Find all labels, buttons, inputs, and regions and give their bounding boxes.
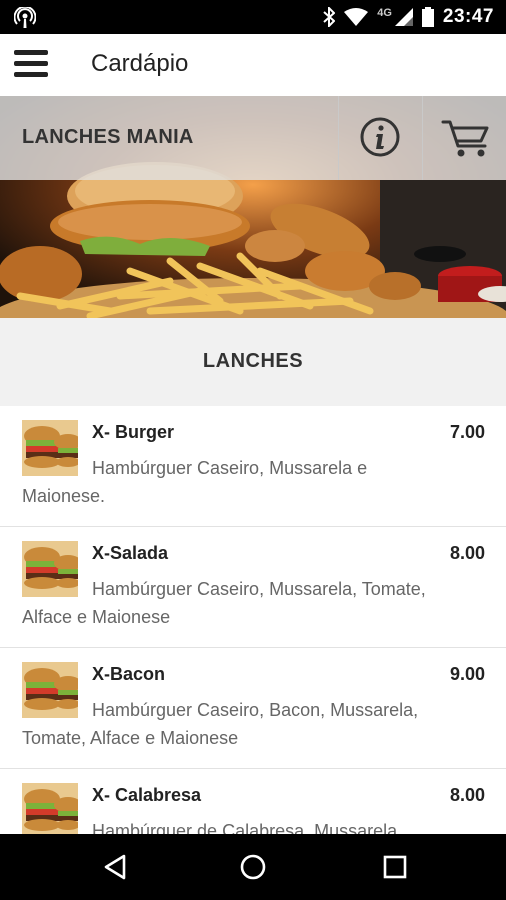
item-description: Hambúrguer Caseiro, Bacon, Mussarela, To… [22, 700, 419, 748]
menu-icon[interactable] [14, 50, 48, 80]
recents-icon[interactable] [380, 852, 410, 882]
cart-button[interactable] [423, 96, 506, 180]
podcast-icon [14, 7, 36, 28]
store-name: LANCHES MANIA [22, 126, 194, 148]
bluetooth-icon [323, 7, 336, 27]
signal-icon [394, 8, 413, 26]
item-name: X- Calabresa [92, 785, 202, 805]
menu-list: X- Burger 7.00 Hambúrguer Caseiro, Mussa… [0, 406, 506, 834]
cart-icon [441, 120, 489, 157]
status-bar: 4G 23:47 [0, 0, 506, 34]
home-icon[interactable] [238, 852, 268, 882]
item-description: Hambúrguer de Calabresa, Mussarela [92, 821, 398, 834]
app-bar: Cardápio [0, 34, 506, 96]
menu-item[interactable]: X-Bacon 9.00 Hambúrguer Caseiro, Bacon, … [0, 648, 506, 769]
info-button[interactable] [339, 96, 422, 180]
category-header: LANCHES [0, 318, 506, 406]
network-type: 4G [377, 7, 392, 19]
hero-banner: LANCHES MANIA [0, 96, 506, 318]
info-icon [360, 117, 400, 157]
item-name: X- Burger [92, 422, 175, 442]
item-name: X-Salada [92, 543, 169, 563]
category-title: LANCHES [202, 350, 304, 372]
wifi-icon [344, 8, 369, 26]
back-icon[interactable] [100, 852, 130, 882]
item-price: 8.00 [449, 543, 485, 563]
item-description: Hambúrguer Caseiro, Mussarela, Tomate, A… [22, 579, 426, 627]
item-price: 9.00 [449, 664, 485, 684]
clock: 23:47 [442, 6, 494, 27]
system-nav-bar [0, 834, 506, 900]
page-title: Cardápio [91, 50, 189, 77]
item-price: 7.00 [449, 422, 485, 442]
menu-item[interactable]: X- Calabresa 8.00 Hambúrguer de Calabres… [0, 769, 506, 834]
item-price: 8.00 [449, 785, 485, 805]
menu-item[interactable]: X- Burger 7.00 Hambúrguer Caseiro, Mussa… [0, 406, 506, 527]
menu-item[interactable]: X-Salada 8.00 Hambúrguer Caseiro, Mussar… [0, 527, 506, 648]
item-description: Hambúrguer Caseiro, Mussarela e Maionese… [22, 458, 368, 506]
battery-icon [421, 7, 434, 27]
item-name: X-Bacon [92, 664, 166, 684]
store-header: LANCHES MANIA [0, 96, 506, 180]
